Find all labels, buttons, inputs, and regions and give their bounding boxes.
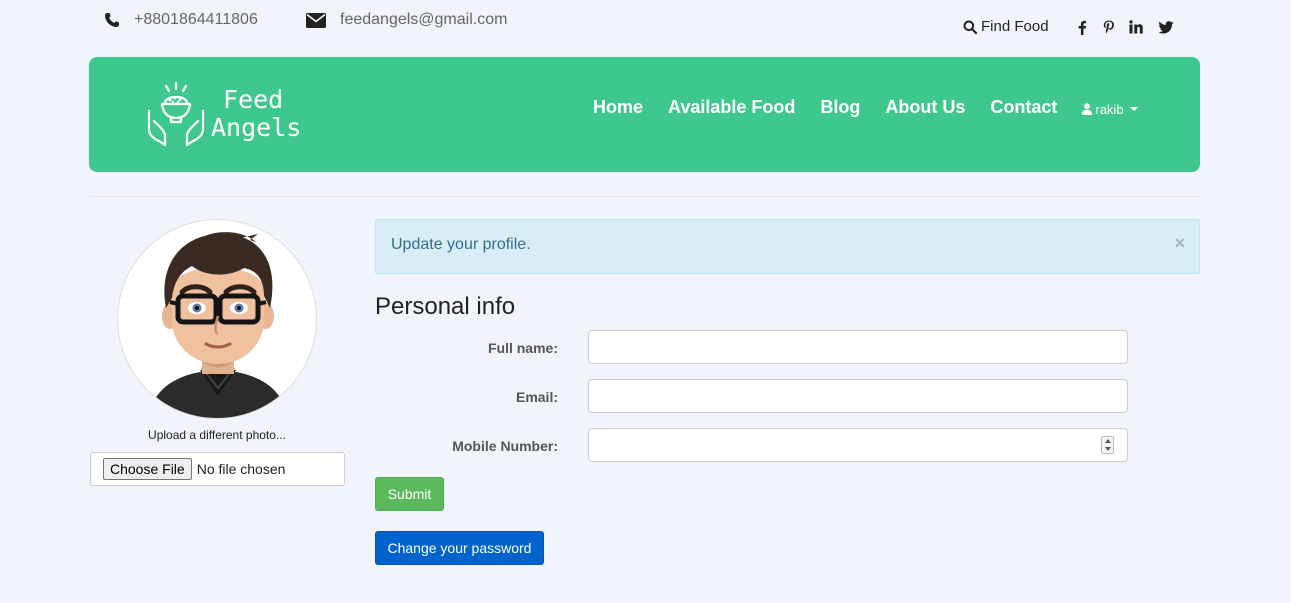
top-bar: +8801864411806 feedangels@gmail.com Find… [0, 0, 1291, 50]
submit-button[interactable]: Submit [375, 477, 444, 511]
photo-file-input[interactable]: Choose File No file chosen [90, 452, 345, 486]
spinner-up-icon[interactable] [1104, 439, 1111, 443]
header-divider [89, 196, 1200, 197]
personal-info-heading: Personal info [375, 293, 516, 320]
phone-contact: +8801864411806 [104, 11, 258, 29]
change-password-button[interactable]: Change your password [375, 531, 544, 565]
email-contact: feedangels@gmail.com [306, 11, 507, 29]
upload-photo-label: Upload a different photo... [148, 428, 286, 442]
spinner-down-icon[interactable] [1104, 447, 1111, 451]
full-name-input[interactable] [588, 330, 1128, 364]
choose-file-button[interactable]: Choose File [103, 458, 192, 480]
number-spinner[interactable] [1101, 436, 1114, 454]
feed-angels-logo[interactable]: Feed Angels [145, 81, 301, 147]
facebook-icon[interactable] [1073, 18, 1091, 36]
user-icon [1082, 103, 1093, 115]
email-input[interactable] [588, 379, 1128, 413]
find-food-link[interactable]: Find Food [963, 18, 1049, 35]
twitter-icon[interactable] [1157, 18, 1175, 36]
mobile-number-label: Mobile Number: [452, 438, 558, 454]
chevron-down-icon [1129, 107, 1138, 111]
nav-home[interactable]: Home [593, 97, 643, 118]
logo-line-1: Feed [223, 85, 284, 114]
search-icon [963, 20, 977, 34]
close-icon[interactable]: × [1174, 234, 1185, 252]
nav-blog[interactable]: Blog [820, 97, 860, 118]
hands-bowl-logo-icon [147, 81, 205, 147]
nav-about-us[interactable]: About Us [885, 97, 965, 118]
mobile-number-input[interactable] [588, 428, 1128, 462]
nav-menu: Home Available Food Blog About Us Contac… [593, 97, 1138, 118]
find-food-label: Find Food [981, 18, 1049, 35]
email-address: feedangels@gmail.com [340, 11, 508, 28]
nav-available-food[interactable]: Available Food [668, 97, 795, 118]
alert-message: Update your profile. [391, 236, 531, 253]
nav-contact[interactable]: Contact [990, 97, 1057, 118]
phone-number: +8801864411806 [134, 11, 258, 28]
envelope-icon [306, 12, 326, 28]
user-name: rakib [1095, 101, 1124, 117]
info-alert: Update your profile. × [375, 219, 1200, 274]
full-name-label: Full name: [487, 340, 558, 356]
email-label: Email: [515, 389, 558, 405]
profile-avatar [117, 219, 317, 419]
logo-line-2: Angels [211, 113, 302, 142]
linkedin-icon[interactable] [1127, 18, 1145, 36]
phone-icon [105, 13, 119, 27]
main-navbar: Feed Angels Home Available Food Blog Abo… [89, 57, 1200, 172]
file-status-text: No file chosen [196, 461, 286, 477]
pinterest-icon[interactable] [1100, 18, 1118, 36]
logo-text: Feed Angels [211, 86, 301, 142]
user-menu-dropdown[interactable]: rakib [1082, 101, 1138, 117]
